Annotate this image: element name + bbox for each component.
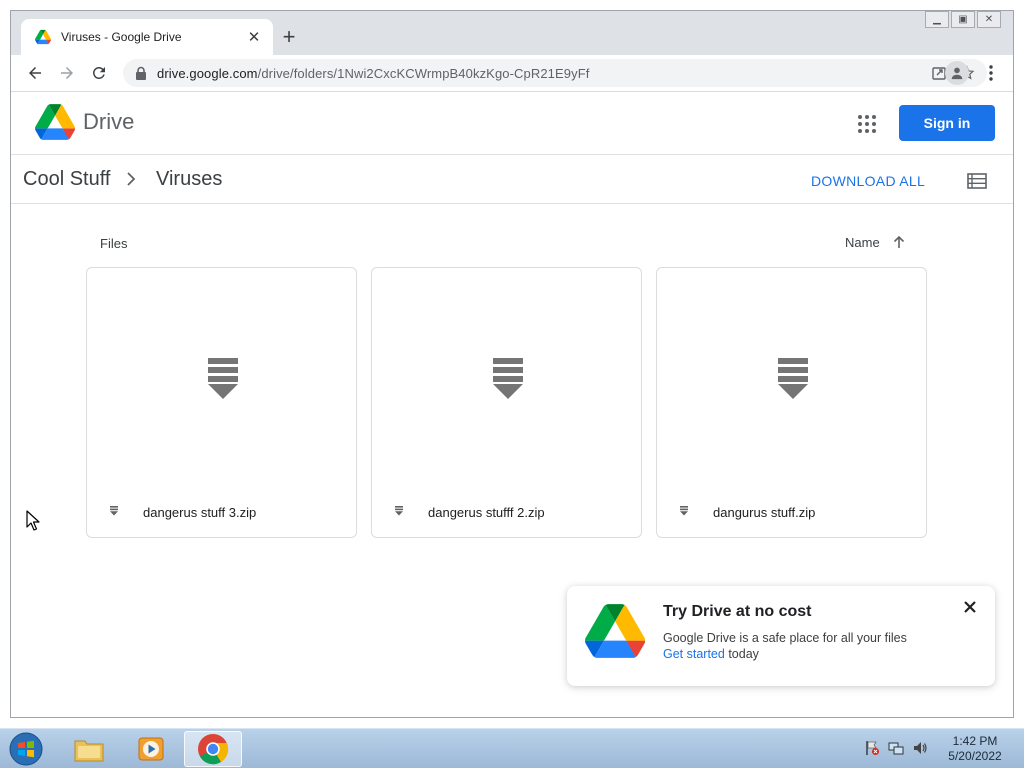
promo-text: Google Drive is a safe place for all you…	[663, 631, 907, 645]
zip-file-icon	[110, 506, 118, 516]
promo-title: Try Drive at no cost	[663, 603, 812, 620]
new-tab-button[interactable]: +	[275, 24, 303, 52]
google-drive-logo-icon	[585, 604, 645, 658]
back-button[interactable]	[19, 59, 51, 87]
address-bar[interactable]: drive.google.com/drive/folders/1Nwi2CxcK…	[123, 59, 987, 87]
windows-taskbar: 1:42 PM 5/20/2022	[0, 728, 1024, 768]
tab-close-icon[interactable]: ✕	[245, 28, 263, 46]
zip-file-thumbnail-icon	[493, 358, 523, 399]
mouse-pointer-icon	[26, 510, 40, 531]
promo-link-row: Get started today	[663, 647, 759, 661]
chevron-right-icon	[127, 172, 136, 186]
file-card[interactable]: dangurus stuff.zip	[656, 267, 927, 538]
reload-button[interactable]	[83, 59, 115, 87]
url-host: drive.google.com	[157, 65, 258, 81]
tab-strip: Viruses - Google Drive ✕ + ▁ ▣ ✕	[11, 11, 1013, 55]
file-card-footer: dangurus stuff.zip	[657, 487, 926, 537]
network-icon[interactable]	[888, 740, 904, 756]
tab-title: Viruses - Google Drive	[61, 30, 182, 44]
file-name: dangurus stuff.zip	[713, 504, 816, 520]
file-name: dangerus stufff 2.zip	[428, 504, 545, 520]
person-icon	[951, 67, 963, 80]
lock-icon	[136, 66, 146, 80]
drive-header: Drive Sign in	[11, 92, 1013, 155]
file-card-footer: dangerus stufff 2.zip	[372, 487, 641, 537]
sign-in-button[interactable]: Sign in	[899, 105, 995, 141]
taskbar-media-player[interactable]	[122, 731, 180, 767]
volume-icon[interactable]	[912, 740, 928, 756]
taskbar-clock[interactable]: 1:42 PM 5/20/2022	[940, 734, 1010, 764]
minimize-button[interactable]: ▁	[925, 11, 949, 28]
url-text: drive.google.com/drive/folders/1Nwi2CxcK…	[157, 66, 929, 81]
try-drive-promo: Try Drive at no cost Google Drive is a s…	[567, 586, 995, 686]
url-path: /drive/folders/1Nwi2CxcKCWrmpB40kzKgo-Cp…	[257, 65, 590, 81]
download-all-button[interactable]: DOWNLOAD ALL	[811, 173, 925, 189]
zip-file-thumbnail-icon	[778, 358, 808, 399]
zip-file-thumbnail-icon	[208, 358, 238, 399]
zip-file-icon	[680, 506, 688, 516]
get-started-link[interactable]: Get started	[663, 647, 725, 661]
browser-window: Viruses - Google Drive ✕ + ▁ ▣ ✕ drive.g…	[10, 10, 1014, 718]
files-section-label: Files	[100, 236, 128, 251]
forward-button[interactable]	[51, 59, 83, 87]
browser-menu-button[interactable]	[979, 61, 1003, 85]
kebab-menu-icon	[989, 65, 993, 81]
clock-date: 5/20/2022	[948, 749, 1002, 763]
file-card[interactable]: dangerus stuff 3.zip	[86, 267, 357, 538]
google-apps-grid-icon[interactable]	[855, 112, 879, 136]
google-drive-favicon-icon	[35, 29, 51, 45]
forward-arrow-icon	[61, 67, 73, 79]
drive-page: Drive Sign in Cool Stuff Viruses DOWNLOA…	[11, 91, 1013, 703]
file-name: dangerus stuff 3.zip	[143, 504, 257, 520]
windows-start-icon[interactable]	[6, 731, 46, 767]
breadcrumb: Cool Stuff Viruses DOWNLOAD ALL	[11, 156, 1013, 204]
file-card[interactable]: dangerus stufff 2.zip	[371, 267, 642, 538]
arrow-up-icon[interactable]	[891, 234, 907, 250]
maximize-button[interactable]: ▣	[951, 11, 975, 28]
back-arrow-icon	[29, 67, 41, 79]
drive-wordmark[interactable]: Drive	[83, 109, 134, 135]
profile-avatar-button[interactable]	[945, 61, 969, 85]
reload-icon	[92, 66, 105, 79]
sort-by-name-button[interactable]: Name	[845, 235, 880, 250]
browser-tab-active[interactable]: Viruses - Google Drive ✕	[21, 19, 273, 55]
system-tray	[864, 740, 928, 756]
zip-file-icon	[395, 506, 403, 516]
taskbar-file-explorer[interactable]	[60, 731, 118, 767]
breadcrumb-parent-folder[interactable]: Cool Stuff	[23, 168, 110, 191]
folder-icon	[74, 740, 104, 762]
close-icon[interactable]	[963, 600, 977, 614]
browser-toolbar: drive.google.com/drive/folders/1Nwi2CxcK…	[11, 55, 1013, 91]
window-close-button[interactable]: ✕	[977, 11, 1001, 28]
file-card-footer: dangerus stuff 3.zip	[87, 487, 356, 537]
google-drive-logo-icon[interactable]	[35, 104, 75, 140]
chrome-icon	[198, 734, 229, 765]
breadcrumb-current-folder[interactable]: Viruses	[156, 168, 222, 191]
list-view-icon[interactable]	[967, 172, 987, 190]
promo-link-suffix: today	[724, 647, 759, 661]
action-center-flag-icon[interactable]	[864, 740, 880, 756]
taskbar-chrome[interactable]	[184, 731, 242, 767]
media-player-icon	[138, 737, 164, 761]
window-controls: ▁ ▣ ✕	[925, 11, 1001, 28]
clock-time: 1:42 PM	[952, 734, 998, 748]
